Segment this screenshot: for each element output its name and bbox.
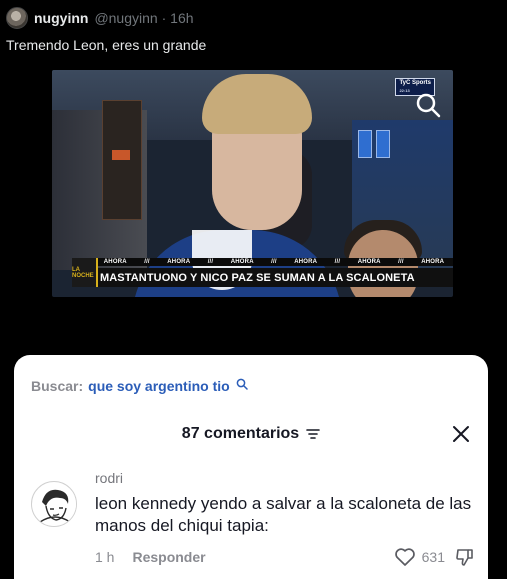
screen [376,130,390,158]
comments-panel: Buscar: que soy argentino tio 87 comenta… [14,355,488,579]
search-suggestion[interactable]: Buscar: que soy argentino tio [31,378,248,394]
like-count: 631 [421,549,445,565]
ticker-word: AHORA [421,259,445,265]
ticker-word: AHORA [103,259,127,265]
ticker-word: AHORA [167,259,191,265]
handle-text: @nugyinn [94,10,158,26]
screen [358,130,372,158]
headline-text: MASTANTUONO Y NICO PAZ SE SUMAN A LA SCA… [100,271,415,284]
ticker-separator: /// [334,259,341,265]
show-logo-text: LA NOCHE [72,266,94,279]
display-name[interactable]: nugyinn [34,10,88,26]
ticker-separator: /// [271,259,277,265]
ticker-strip: /// AHORA /// AHORA /// AHORA /// AHORA /// AHORA… [72,258,453,266]
show-logo: LA NOCHE [72,258,98,287]
heart-icon[interactable] [394,547,416,567]
filter-icon[interactable] [306,428,320,440]
comment-meta: 1 h Responder [95,549,206,565]
person-main-hair [202,74,312,134]
magnifier-icon[interactable] [415,92,441,118]
headline-bar: MASTANTUONO Y NICO PAZ SE SUMAN A LA SCA… [72,268,453,287]
like-group[interactable]: 631 [394,547,445,567]
comment-text: leon kennedy yendo a salvar a la scalone… [95,494,472,535]
search-icon [236,378,248,390]
separator: · [161,10,167,26]
handle[interactable]: @nugyinn · 16h [94,10,193,26]
search-query[interactable]: que soy argentino tio [88,378,230,394]
airport-sign [102,100,142,220]
comment-count-row: 87 comentarios [14,425,488,443]
reply-button[interactable]: Responder [132,549,205,565]
ticker-separator: /// [398,259,404,265]
ticker-word: AHORA [357,259,381,265]
search-label: Buscar: [31,378,84,394]
ticker-separator: /// [144,259,150,265]
tweet-header: nugyinn @nugyinn · 16h [6,6,194,30]
channel-badge-text: TyC Sports [399,80,431,86]
ticker-word: AHORA [230,259,254,265]
dislike-icon[interactable] [455,547,475,567]
ticker-separator: /// [207,259,214,265]
avatar[interactable] [6,7,28,29]
comment-count: 87 comentarios [181,425,300,442]
comment-time: 1 h [95,549,115,565]
ticker-word: AHORA [294,259,318,265]
avatar-drawing [33,483,76,526]
timestamp: 16h [170,10,194,26]
video-frame[interactable]: TyC Sports 22:13 ///AHORA///AHORA///AHOR… [52,70,453,297]
close-icon[interactable] [452,425,470,443]
tweet-text: Tremendo Leon, eres un grande [6,37,207,53]
comment-username[interactable]: rodri [95,470,123,486]
comment-item: rodri leon kennedy yendo a salvar a la s… [31,467,473,579]
commenter-avatar[interactable] [31,481,77,527]
airport-sign-light [112,150,130,160]
